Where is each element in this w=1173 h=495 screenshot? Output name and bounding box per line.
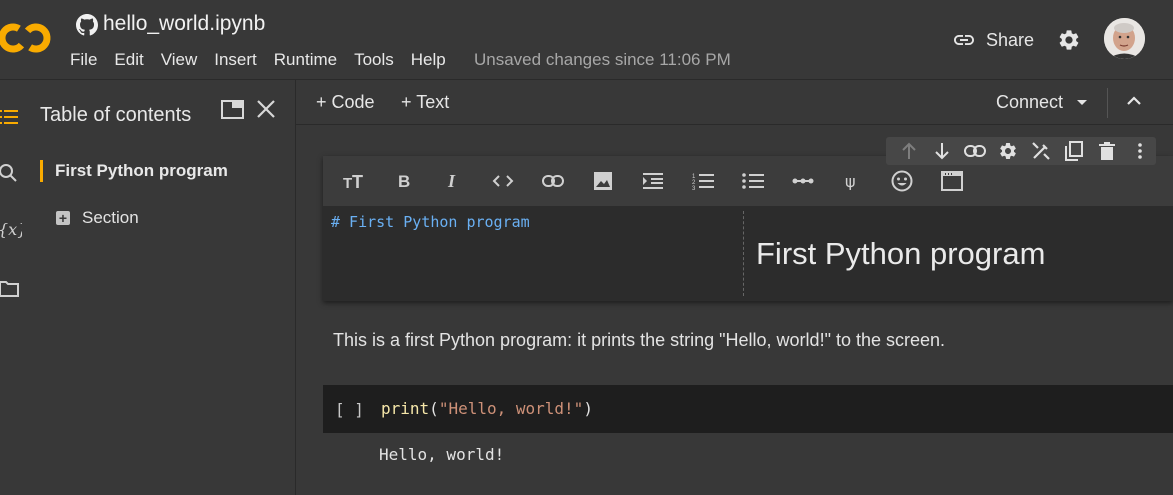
- table-of-contents-icon[interactable]: [0, 108, 20, 126]
- toc-item-label: Section: [82, 208, 139, 227]
- add-text-button[interactable]: + Text: [401, 92, 449, 113]
- image-icon[interactable]: [590, 168, 616, 194]
- horizontal-rule-icon[interactable]: [790, 168, 816, 194]
- toolbar-divider: [1107, 88, 1108, 118]
- share-button[interactable]: Share: [952, 28, 1034, 52]
- notebook-title[interactable]: hello_world.ipynb: [103, 12, 265, 36]
- move-up-icon[interactable]: [892, 137, 925, 165]
- close-icon[interactable]: [256, 99, 276, 119]
- active-indicator: [40, 160, 43, 182]
- latex-psi-icon[interactable]: ψ: [839, 168, 865, 194]
- code-paren-close: ): [583, 399, 593, 418]
- indent-icon[interactable]: [640, 168, 666, 194]
- link-icon[interactable]: [540, 168, 566, 194]
- text-cell-paragraph[interactable]: This is a first Python program: it print…: [333, 330, 945, 351]
- notebook-toolbar: + Code + Text Connect: [296, 80, 1173, 125]
- caret-down-icon[interactable]: [1076, 99, 1088, 107]
- code-function: print: [381, 399, 430, 418]
- app-header: hello_world.ipynb File Edit View Insert …: [0, 0, 1173, 80]
- table-of-contents-panel: Table of contents First Python program +…: [30, 80, 296, 495]
- menu-help[interactable]: Help: [411, 50, 446, 70]
- variables-icon[interactable]: {x}: [0, 218, 22, 242]
- toc-title: Table of contents: [40, 104, 192, 126]
- code-icon[interactable]: [490, 168, 516, 194]
- edit-pencil-icon[interactable]: [1024, 137, 1057, 165]
- cell-link-icon[interactable]: [958, 137, 991, 165]
- colab-logo[interactable]: [0, 20, 52, 56]
- code-string-literal: "Hello, world!": [438, 399, 584, 418]
- emoji-icon[interactable]: [889, 168, 915, 194]
- svg-text:B: B: [398, 172, 410, 190]
- svg-text:T: T: [343, 175, 352, 189]
- cell-actions-toolbar: [886, 137, 1156, 165]
- cell-output: Hello, world!: [379, 445, 505, 464]
- user-avatar[interactable]: [1104, 18, 1145, 59]
- notebook-area: TT B I 123 ψ # First Python program Firs…: [296, 125, 1173, 495]
- toc-item-label: First Python program: [55, 161, 228, 180]
- preview-layout-icon[interactable]: [939, 168, 965, 194]
- mirror-cell-icon[interactable]: [1057, 137, 1090, 165]
- share-label: Share: [986, 29, 1035, 50]
- code-paren-open: (: [429, 399, 439, 418]
- chevron-up-icon[interactable]: [1126, 94, 1142, 106]
- toc-item-first-python-program[interactable]: First Python program: [40, 160, 228, 182]
- toc-item-section[interactable]: + Section: [56, 208, 139, 228]
- cell-settings-gear-icon[interactable]: [991, 137, 1024, 165]
- code-cell[interactable]: [ ] print("Hello, world!"): [323, 385, 1173, 433]
- svg-text:ψ: ψ: [845, 172, 856, 190]
- files-folder-icon[interactable]: [0, 280, 20, 298]
- left-rail: {x}: [0, 80, 30, 495]
- svg-text:3: 3: [692, 186, 696, 190]
- svg-text:I: I: [447, 172, 456, 190]
- italic-icon[interactable]: I: [440, 168, 466, 194]
- menu-view[interactable]: View: [161, 50, 198, 70]
- markdown-preview-heading: First Python program: [756, 236, 1046, 271]
- menu-insert[interactable]: Insert: [214, 50, 257, 70]
- delete-trash-icon[interactable]: [1090, 137, 1123, 165]
- more-options-icon[interactable]: [1123, 137, 1156, 165]
- run-cell-button[interactable]: [ ]: [335, 400, 364, 419]
- markdown-source[interactable]: # First Python program: [331, 213, 530, 231]
- editor-preview-divider: [743, 211, 744, 296]
- move-down-icon[interactable]: [925, 137, 958, 165]
- menu-edit[interactable]: Edit: [114, 50, 143, 70]
- github-icon: [76, 14, 98, 36]
- bulleted-list-icon[interactable]: [740, 168, 766, 194]
- unsaved-changes-status[interactable]: Unsaved changes since 11:06 PM: [474, 50, 731, 70]
- menu-file[interactable]: File: [70, 50, 97, 70]
- code-editor[interactable]: print("Hello, world!"): [381, 399, 593, 418]
- connect-button[interactable]: Connect: [996, 92, 1063, 113]
- settings-gear-icon[interactable]: [1057, 28, 1081, 52]
- bold-icon[interactable]: B: [391, 168, 417, 194]
- text-cell[interactable]: TT B I 123 ψ # First Python program Firs…: [323, 156, 1173, 301]
- menu-tools[interactable]: Tools: [354, 50, 394, 70]
- menu-runtime[interactable]: Runtime: [274, 50, 337, 70]
- link-icon: [954, 35, 974, 45]
- menu-bar: File Edit View Insert Runtime Tools Help: [70, 50, 463, 70]
- expand-plus-icon[interactable]: +: [56, 211, 70, 225]
- open-in-tab-icon[interactable]: [221, 100, 245, 120]
- search-icon[interactable]: [0, 164, 20, 184]
- svg-text:{x}: {x}: [0, 220, 22, 239]
- svg-text:T: T: [352, 173, 363, 189]
- add-code-button[interactable]: + Code: [316, 92, 375, 113]
- text-size-icon[interactable]: TT: [341, 168, 367, 194]
- numbered-list-icon[interactable]: 123: [690, 168, 716, 194]
